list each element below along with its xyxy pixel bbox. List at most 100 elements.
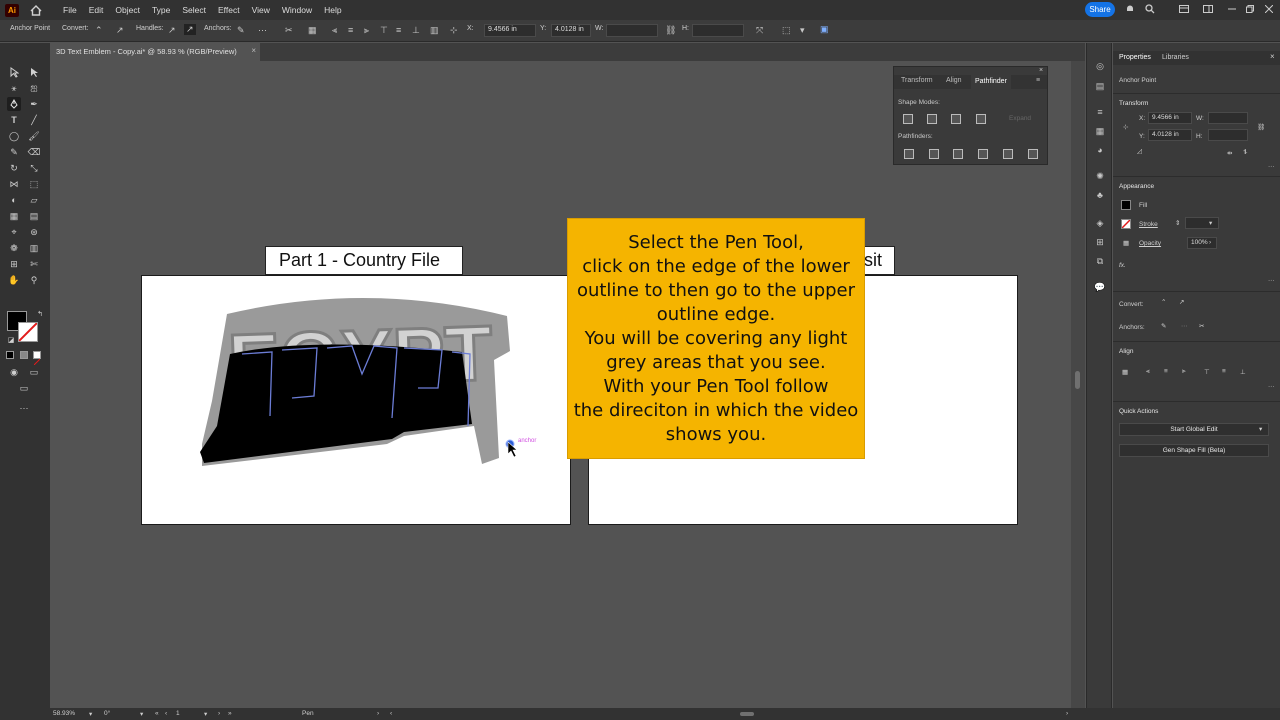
draw-mode-icon[interactable]: ◉ xyxy=(7,365,21,379)
paintbrush-tool-icon[interactable]: 🖌 xyxy=(27,129,41,143)
outline-icon[interactable] xyxy=(1003,149,1013,159)
brushes-icon[interactable]: ✺ xyxy=(1094,170,1106,182)
type-tool-icon[interactable]: T xyxy=(7,113,21,127)
lasso-tool-icon[interactable]: ஐ xyxy=(27,81,41,95)
rotation-dropdown-icon[interactable]: ▾ xyxy=(140,710,143,718)
zoom-tool-icon[interactable]: ⚲ xyxy=(27,273,41,287)
convert-smooth-icon[interactable]: ↗ xyxy=(116,25,124,36)
props-x-field[interactable]: 9.4566 in xyxy=(1148,112,1192,124)
divide-icon[interactable] xyxy=(904,149,914,159)
props-align-right-icon[interactable]: ⫸ xyxy=(1182,368,1186,376)
properties-panel-icon[interactable]: ◎ xyxy=(1094,60,1106,72)
hand-tool-icon[interactable]: ✋ xyxy=(7,273,21,287)
align-bottom-icon[interactable]: ⊥ xyxy=(412,25,420,36)
close-panel-icon[interactable]: × xyxy=(1039,67,1043,74)
home-icon[interactable] xyxy=(29,3,43,17)
artboard-dropdown-icon[interactable]: ▾ xyxy=(204,710,207,718)
artboard-tool-icon[interactable]: ⊞ xyxy=(7,257,21,271)
align-center-icon[interactable]: ≡ xyxy=(348,25,353,35)
rotation-value[interactable]: 0° xyxy=(104,710,110,717)
flip-horizontal-icon[interactable]: ⇹ xyxy=(1227,149,1232,157)
stroke-weight-stepper[interactable]: ⇕ xyxy=(1175,219,1180,227)
menu-file[interactable]: File xyxy=(57,5,83,15)
hscroll-thumb[interactable] xyxy=(740,712,754,716)
props-align-bottom-icon[interactable]: ⊥ xyxy=(1240,368,1246,376)
line-tool-icon[interactable]: ╱ xyxy=(27,113,41,127)
more-tools-icon[interactable]: ··· xyxy=(17,401,31,415)
rotate-icon[interactable]: ◿ xyxy=(1137,147,1142,155)
stroke-swatch[interactable] xyxy=(18,322,38,342)
eraser-tool-icon[interactable]: ⌫ xyxy=(27,145,41,159)
last-artboard-icon[interactable]: » xyxy=(228,710,232,717)
vertical-scrollbar[interactable] xyxy=(1071,61,1085,708)
intersect-icon[interactable] xyxy=(951,114,961,124)
show-handles-icon[interactable]: ↗ xyxy=(168,25,176,36)
workspace-icon[interactable] xyxy=(1202,3,1214,15)
tab-transform[interactable]: Transform xyxy=(901,77,933,84)
props-w-field[interactable] xyxy=(1208,112,1248,124)
blend-tool-icon[interactable]: ⊛ xyxy=(27,225,41,239)
selection-tool-icon[interactable] xyxy=(7,65,21,79)
scroll-thumb[interactable] xyxy=(1075,371,1080,389)
pen-tool-icon[interactable] xyxy=(7,97,21,111)
default-colors-icon[interactable]: ◪ xyxy=(4,333,18,347)
shape-builder-tool-icon[interactable]: ◐ xyxy=(7,193,21,207)
h-field[interactable] xyxy=(692,24,744,37)
artboard-left[interactable]: EGYPT anchor xyxy=(141,275,571,525)
convert-corner-icon[interactable]: ⌃ xyxy=(95,25,103,36)
w-field[interactable] xyxy=(606,24,658,37)
opacity-label[interactable]: Opacity xyxy=(1139,240,1161,247)
align-top-icon[interactable]: ⊤ xyxy=(380,25,388,36)
opacity-field[interactable]: 100% xyxy=(1187,237,1217,249)
prev-artboard-icon[interactable]: ‹ xyxy=(165,710,167,717)
search-icon[interactable] xyxy=(1144,3,1156,15)
link-proportions-icon[interactable]: ⛓ xyxy=(665,25,676,36)
symbol-sprayer-tool-icon[interactable]: ❁ xyxy=(7,241,21,255)
align-more-icon[interactable]: ··· xyxy=(1268,383,1275,390)
tab-libraries[interactable]: Libraries xyxy=(1162,54,1189,61)
zoom-dropdown-icon[interactable]: ▾ xyxy=(89,710,92,718)
links-icon[interactable]: ⧉ xyxy=(1094,255,1106,267)
reference-point-icon[interactable]: ⊹ xyxy=(450,25,458,36)
menu-help[interactable]: Help xyxy=(318,5,347,15)
swap-colors-icon[interactable]: ↰ xyxy=(33,307,47,321)
width-tool-icon[interactable]: ⋈ xyxy=(7,177,21,191)
dropdown-icon[interactable]: ▾ xyxy=(800,25,805,36)
hscroll-left-icon[interactable]: ‹ xyxy=(390,710,392,717)
fill-color-swatch[interactable] xyxy=(1121,200,1131,210)
props-remove-anchor-icon[interactable]: ✎ xyxy=(1161,322,1166,330)
cut-path-icon[interactable]: ✂ xyxy=(285,25,293,36)
arrange-icon[interactable]: ▣ xyxy=(820,24,829,35)
gradient-tool-icon[interactable]: ▤ xyxy=(27,209,41,223)
libraries-panel-icon[interactable]: ▤ xyxy=(1094,80,1106,92)
props-cut-path-icon[interactable]: ✂ xyxy=(1199,322,1204,330)
eyedropper-tool-icon[interactable]: ⌖ xyxy=(7,225,21,239)
color-panel-icon[interactable]: ◕ xyxy=(1094,144,1106,156)
align-right-icon[interactable]: ⫸ xyxy=(364,25,369,36)
rotate-tool-icon[interactable]: ↻ xyxy=(7,161,21,175)
connect-anchor-icon[interactable]: ⋯ xyxy=(258,25,267,36)
edit-toolbar-icon[interactable]: ▭ xyxy=(17,381,31,395)
magic-wand-tool-icon[interactable]: ⚹ xyxy=(7,81,21,95)
align-menu-icon[interactable]: ▦ xyxy=(308,25,317,36)
menu-edit[interactable]: Edit xyxy=(83,5,110,15)
none-mode-icon[interactable] xyxy=(33,351,41,366)
reference-point-icon[interactable]: ⊹ xyxy=(1123,123,1128,131)
status-menu-icon[interactable]: › xyxy=(377,710,379,717)
unite-icon[interactable] xyxy=(903,114,913,124)
zoom-level[interactable]: 58.93% xyxy=(53,710,75,717)
share-button[interactable]: Share xyxy=(1085,2,1115,17)
color-mode-icon[interactable] xyxy=(6,351,14,359)
minus-front-icon[interactable] xyxy=(927,114,937,124)
menu-type[interactable]: Type xyxy=(146,5,176,15)
restore-icon[interactable] xyxy=(1244,3,1256,15)
egypt-artwork[interactable]: EGYPT anchor xyxy=(142,276,572,526)
perspective-grid-tool-icon[interactable]: ▱ xyxy=(27,193,41,207)
props-convert-corner-icon[interactable]: ⌃ xyxy=(1161,298,1166,306)
stroke-label[interactable]: Stroke xyxy=(1139,221,1158,228)
close-window-icon[interactable] xyxy=(1263,3,1275,15)
start-global-edit-button[interactable]: Start Global Edit xyxy=(1119,423,1269,436)
mesh-tool-icon[interactable]: ▦ xyxy=(7,209,21,223)
props-y-field[interactable]: 4.0128 in xyxy=(1148,129,1192,141)
ellipse-tool-icon[interactable]: ◯ xyxy=(7,129,21,143)
